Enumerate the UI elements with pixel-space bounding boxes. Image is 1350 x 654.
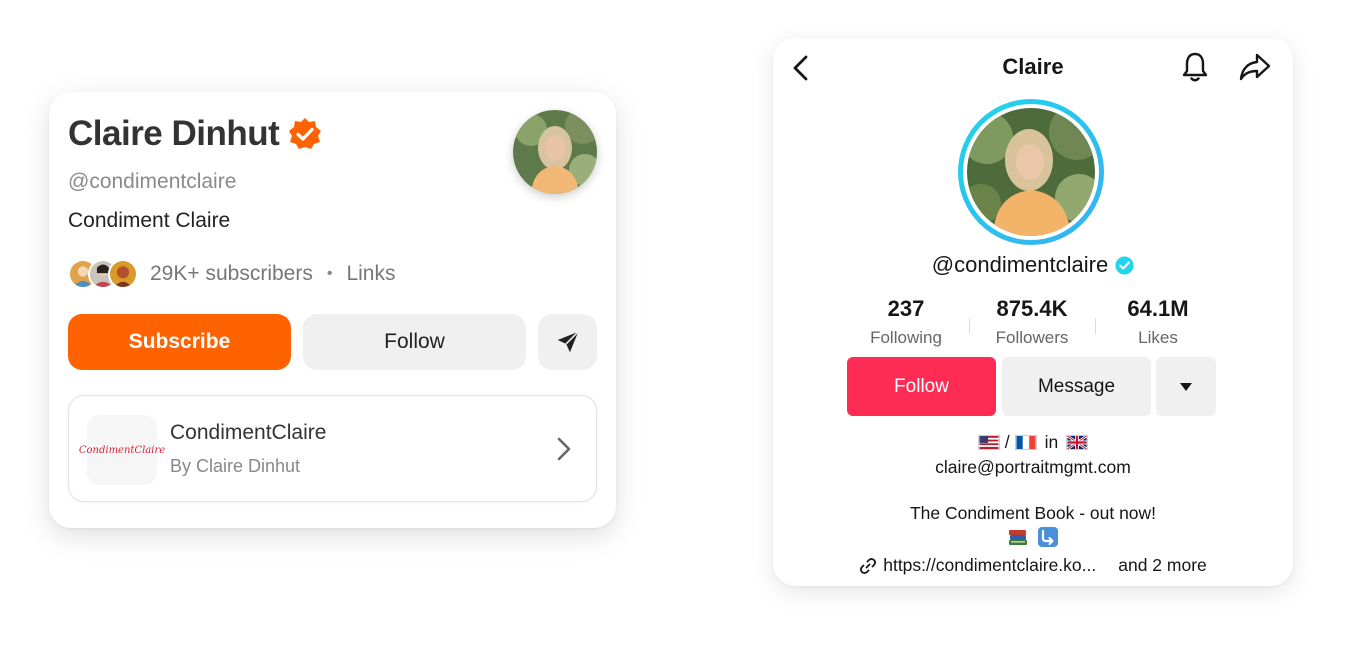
- publication-name: CondimentClaire: [170, 421, 327, 444]
- tiktok-profile-card: Claire @condimentclaire 237 Following 87…: [773, 38, 1293, 586]
- stat-followers[interactable]: 875.4K Followers: [969, 296, 1095, 348]
- flag-separator: /: [1004, 432, 1010, 452]
- subscribe-button[interactable]: Subscribe: [68, 314, 291, 370]
- us-flag-icon: [977, 435, 1000, 450]
- links-link[interactable]: Links: [346, 262, 395, 286]
- france-flag-icon: [1014, 435, 1037, 450]
- stat-label: Likes: [1138, 328, 1178, 347]
- stats-row: 237 Following 875.4K Followers 64.1M Lik…: [843, 296, 1223, 348]
- stat-likes[interactable]: 64.1M Likes: [1095, 296, 1221, 348]
- bell-icon[interactable]: [1180, 51, 1210, 83]
- chevron-right-icon: [557, 437, 571, 461]
- follow-button[interactable]: Follow: [303, 314, 526, 370]
- avatar[interactable]: [958, 99, 1104, 245]
- arrow-down-right-icon: [1038, 527, 1058, 547]
- avatar[interactable]: [513, 110, 597, 194]
- caret-down-icon: [1180, 382, 1192, 391]
- avatar-photo: [967, 108, 1095, 236]
- publication-byline: By Claire Dinhut: [170, 456, 301, 476]
- more-options-button[interactable]: [1156, 357, 1216, 416]
- stat-value: 64.1M: [1127, 296, 1189, 321]
- uk-flag-icon: [1066, 435, 1089, 450]
- verified-badge-icon: [1115, 255, 1134, 275]
- publication-title: Condiment Claire: [68, 209, 231, 232]
- publication-row[interactable]: CondimentClaire CondimentClaire By Clair…: [68, 395, 597, 502]
- bio-link[interactable]: https://condimentclaire.ko...: [883, 555, 1096, 576]
- more-links-link[interactable]: and 2 more: [1118, 555, 1207, 576]
- send-message-button[interactable]: [538, 314, 597, 370]
- books-icon: [1009, 530, 1027, 545]
- stat-label: Followers: [995, 328, 1069, 347]
- profile-name: Claire Dinhut: [68, 114, 280, 153]
- publication-logo: CondimentClaire: [79, 415, 165, 485]
- bio-book-line: The Condiment Book - out now!: [909, 503, 1157, 523]
- subscriber-avatar: [108, 259, 138, 289]
- send-icon: [557, 331, 579, 353]
- avatar-photo: [513, 110, 597, 194]
- bio-email: claire@portraitmgmt.com: [935, 457, 1131, 477]
- verified-badge-icon: [289, 118, 322, 149]
- bio-link-row: https://condimentclaire.ko... and 2 more: [773, 555, 1293, 576]
- stat-value: 875.4K: [996, 296, 1068, 321]
- profile-handle: @condimentclaire: [931, 252, 1109, 277]
- profile-name-row: Claire Dinhut: [68, 114, 322, 154]
- bio-location-line: / in: [773, 432, 1293, 453]
- handle-row: @condimentclaire: [773, 252, 1293, 278]
- stat-label: Following: [870, 328, 942, 347]
- profile-handle: @condimentclaire: [68, 170, 237, 193]
- follow-button[interactable]: Follow: [847, 357, 996, 416]
- page-title: Claire: [1002, 54, 1064, 79]
- share-icon[interactable]: [1238, 52, 1272, 82]
- separator-dot: •: [326, 265, 333, 282]
- flag-in-text: in: [1044, 432, 1059, 452]
- stat-following[interactable]: 237 Following: [843, 296, 969, 348]
- subscriber-count: 29K+ subscribers: [150, 262, 313, 285]
- link-icon: [860, 557, 877, 574]
- subscriber-row: 29K+ subscribers • Links: [68, 257, 395, 291]
- bio-emoji-line: [773, 526, 1293, 548]
- substack-profile-card: Claire Dinhut @condimentclaire Condiment…: [49, 92, 616, 528]
- stat-value: 237: [887, 296, 925, 321]
- message-button[interactable]: Message: [1002, 357, 1151, 416]
